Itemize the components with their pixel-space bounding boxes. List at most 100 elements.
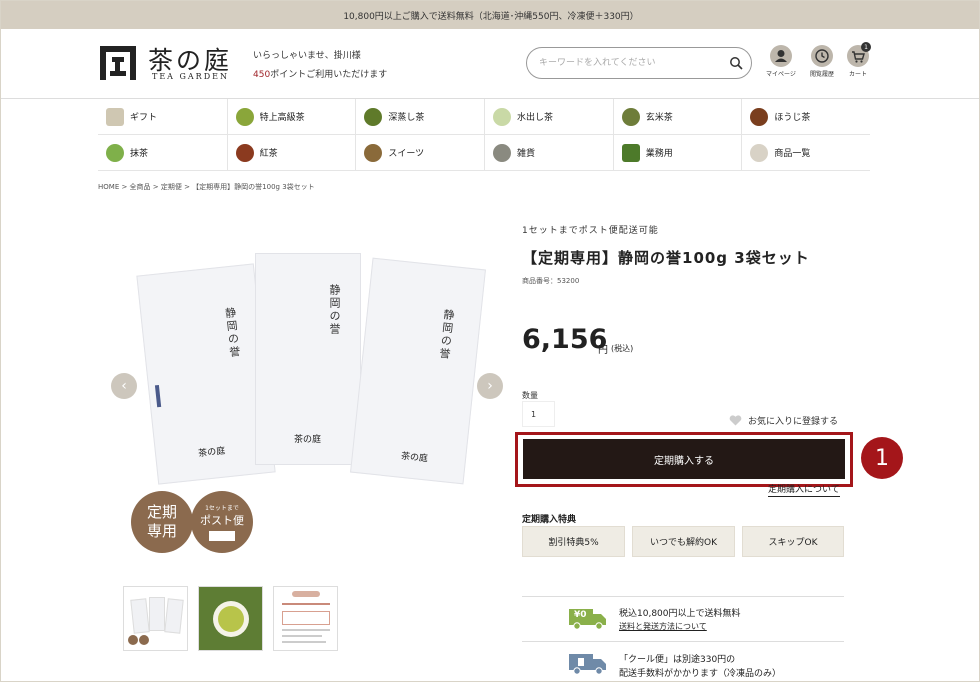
heart-icon: [729, 415, 742, 426]
category-label: ギフト: [130, 113, 158, 123]
category-sweets[interactable]: スイーツ: [355, 135, 484, 170]
cart-button[interactable]: 1 カート: [841, 42, 875, 78]
business-icon: [621, 143, 640, 162]
page-frame: 10,800円以上ご購入で送料無料（北海道･沖縄550円、冷凍便＋330円） 茶…: [0, 0, 980, 682]
logo-subtext: TEA GARDEN: [152, 72, 229, 81]
tea-bag-image: 静岡の誉 茶の庭: [350, 257, 486, 485]
category-cold-brew-tea[interactable]: 水出し茶: [484, 99, 613, 134]
thumbnail-info-card[interactable]: [273, 586, 338, 651]
shipping-banner: 10,800円以上ご購入で送料無料（北海道･沖縄550円、冷凍便＋330円）: [1, 1, 979, 29]
premium-tea-icon: [235, 107, 254, 126]
bag-title: 静岡の誉: [223, 306, 242, 360]
shipping-info: ¥0 税込10,800円以上で送料無料 送料と発送方法について 「クール便」は別…: [522, 596, 844, 679]
badge-line: 定期: [146, 503, 177, 521]
site-header: 茶の庭 TEA GARDEN いらっしゃいませ、掛川様 450ポイントご利用いた…: [1, 29, 979, 99]
category-label: 特上高級茶: [259, 113, 305, 123]
category-label: 業務用: [645, 149, 673, 159]
category-all-products[interactable]: 商品一覧: [741, 135, 870, 170]
subscribe-button[interactable]: 定期購入する: [523, 439, 845, 479]
history-label: 閲覧履歴: [809, 71, 834, 78]
cart-icon: 1: [847, 42, 871, 67]
badge-big-text: ポスト便: [200, 514, 244, 527]
category-label: 商品一覧: [774, 149, 811, 159]
category-row: ギフト 特上高級茶 深蒸し茶 水出し茶 玄米茶 ほうじ茶: [98, 99, 870, 135]
mypage-label: マイページ: [766, 71, 796, 78]
gallery-prev-button[interactable]: ‹: [111, 373, 137, 399]
shipping-banner-text: 10,800円以上ご購入で送料無料（北海道･沖縄550円、冷凍便＋330円）: [343, 11, 639, 22]
step-marker: 1: [861, 437, 903, 479]
history-button[interactable]: 閲覧履歴: [805, 45, 839, 78]
bag-title: 静岡の誉: [437, 308, 456, 362]
points-value: 450: [253, 70, 271, 80]
history-icon: [811, 45, 833, 67]
category-business[interactable]: 業務用: [612, 135, 742, 170]
perk-discount: 割引特典5%: [522, 526, 625, 557]
shipping-methods-link[interactable]: 送料と発送方法について: [619, 621, 707, 632]
favorite-button[interactable]: お気に入りに登録する: [729, 414, 838, 427]
category-label: 雑貨: [517, 149, 536, 159]
chevron-right-icon: ›: [487, 378, 493, 394]
subscription-only-badge: 定期 専用: [131, 491, 193, 553]
quantity-label: 数量: [522, 391, 538, 400]
thumbnail-tea-cup[interactable]: [198, 586, 263, 651]
perk-skip: スキップOK: [742, 526, 844, 557]
product-price: 6,156: [522, 324, 608, 355]
category-black-tea[interactable]: 紅茶: [226, 135, 356, 170]
free-shipping-icon-label: ¥0: [574, 610, 587, 620]
fukamushi-tea-icon: [364, 107, 383, 126]
breadcrumb[interactable]: HOME > 全商品 > 定期便 > 【定期専用】静岡の誉100g 3袋セット: [98, 182, 315, 192]
cool-delivery-text: 「クール便」は別途330円の: [619, 655, 736, 665]
black-tea-icon: [235, 143, 254, 162]
category-genmaicha[interactable]: 玄米茶: [612, 99, 742, 134]
thumbnail-strip: [123, 586, 338, 651]
post-delivery-note: 1セットまでポスト便配送可能: [522, 226, 659, 236]
chevron-left-icon: ‹: [121, 378, 127, 394]
post-delivery-badge: 1セットまで ポスト便: [191, 491, 253, 553]
cool-delivery-fee-text: 配送手数料がかかります（冷凍品のみ）: [619, 669, 782, 679]
about-subscription-link[interactable]: 定期購入について: [768, 485, 840, 497]
bag-brand: 茶の庭: [197, 446, 226, 460]
cold-brew-tea-icon: [493, 107, 512, 126]
badge-line: 専用: [146, 522, 177, 540]
cart-count-badge: 1: [861, 42, 871, 52]
category-gift[interactable]: ギフト: [98, 99, 227, 134]
shipping-free-text: 税込10,800円以上で送料無料: [619, 609, 741, 619]
thumbnail-bags[interactable]: [123, 586, 188, 651]
category-label: ほうじ茶: [774, 113, 811, 123]
cool-truck-icon: [569, 654, 606, 675]
category-fukamushi-tea[interactable]: 深蒸し茶: [355, 99, 484, 134]
points-message: 450ポイントご利用いただけます: [253, 67, 387, 80]
price-tax-note: (税込): [611, 344, 634, 353]
product-gallery: ‹ › 静岡の誉 茶の庭 静岡の誉 茶の庭 静岡の誉 茶の庭 定期 専用 1セッ…: [109, 241, 509, 561]
category-label: 抹茶: [130, 149, 149, 159]
mypage-button[interactable]: マイページ: [764, 45, 798, 78]
search-input[interactable]: [539, 55, 719, 71]
product-title: 【定期専用】静岡の誉100g 3袋セット: [522, 249, 810, 267]
gift-icon: [106, 107, 124, 126]
quantity-input[interactable]: 1: [522, 401, 555, 427]
category-row: 抹茶 紅茶 スイーツ 雑貨 業務用 商品一覧: [98, 135, 870, 171]
bag-title: 静岡の誉: [328, 284, 341, 336]
logo-mark-icon[interactable]: [98, 43, 138, 83]
category-label: 深蒸し茶: [388, 113, 425, 123]
badge-small-text: 1セットまで: [205, 505, 239, 512]
hojicha-icon: [750, 107, 769, 126]
cart-label: カート: [848, 71, 867, 78]
product-code: 商品番号：53200: [522, 277, 580, 285]
shipping-row: ¥0 税込10,800円以上で送料無料 送料と発送方法について: [522, 597, 844, 642]
genmaicha-icon: [621, 107, 640, 126]
goods-icon: [493, 143, 512, 162]
all-products-icon: [750, 143, 769, 162]
category-matcha[interactable]: 抹茶: [98, 135, 227, 170]
shipping-row: 「クール便」は別途330円の 配送手数料がかかります（冷凍品のみ）: [522, 642, 844, 681]
user-icon: [770, 45, 792, 67]
gallery-next-button[interactable]: ›: [477, 373, 503, 399]
search-icon[interactable]: [729, 56, 743, 70]
tea-bag-image: 静岡の誉 茶の庭: [255, 253, 361, 465]
category-hojicha[interactable]: ほうじ茶: [741, 99, 870, 134]
category-goods[interactable]: 雑貨: [484, 135, 613, 170]
price-unit: 円: [598, 345, 608, 356]
search-box: [526, 47, 752, 79]
category-premium-tea[interactable]: 特上高級茶: [226, 99, 356, 134]
matcha-icon: [106, 143, 124, 162]
